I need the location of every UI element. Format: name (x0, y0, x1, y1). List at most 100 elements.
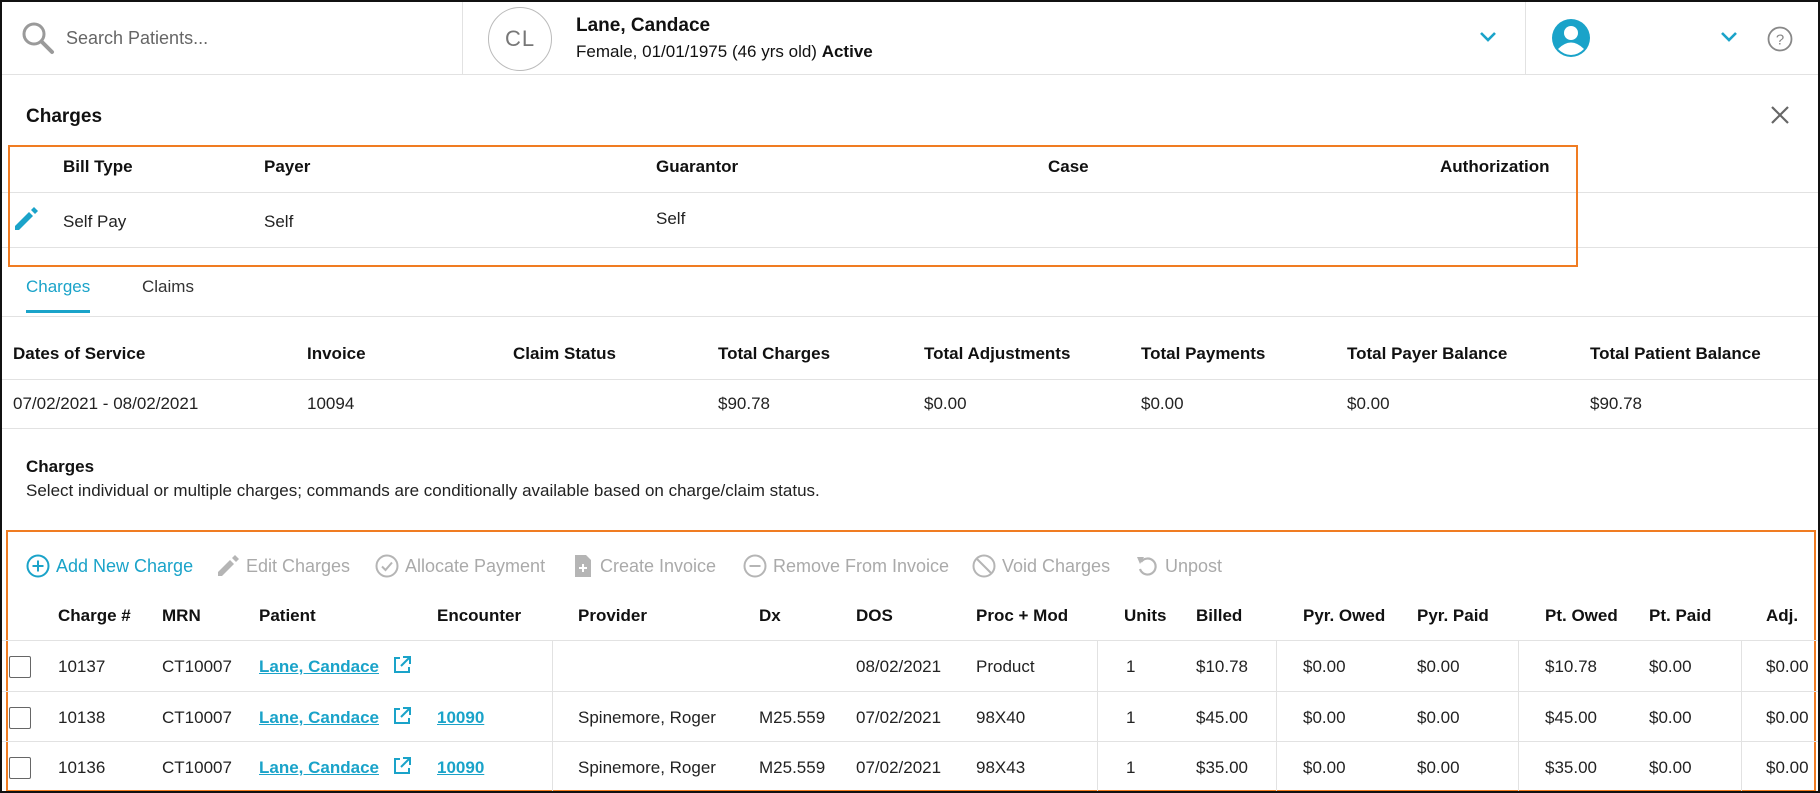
column-header[interactable]: Pyr. Paid (1417, 606, 1489, 626)
summary-value: $0.00 (1347, 394, 1390, 413)
unpost-label: Unpost (1165, 555, 1223, 576)
close-icon[interactable] (1769, 104, 1791, 126)
cell-billed: $10.78 (1196, 657, 1248, 676)
column-header[interactable]: Encounter (437, 606, 521, 626)
cell-pyr-owed: $0.00 (1303, 657, 1346, 676)
cell-pt-owed: $45.00 (1545, 708, 1597, 727)
cell-provider: Spinemore, Roger (578, 758, 716, 777)
cell-pyr-paid: $0.00 (1417, 657, 1460, 676)
cell-pyr-paid: $0.00 (1417, 708, 1460, 727)
charges-section-title: Charges (26, 457, 95, 476)
column-header[interactable]: Adj. (1766, 606, 1798, 626)
cell-mrn: CT10007 (162, 708, 232, 727)
cell-dos: 07/02/2021 (856, 708, 942, 727)
create-invoice-button[interactable]: Create Invoice (572, 554, 716, 578)
patient-link[interactable]: Lane, Candace (259, 708, 379, 728)
void-icon (972, 554, 996, 578)
column-header[interactable]: Units (1124, 606, 1167, 626)
user-avatar-icon[interactable] (1551, 18, 1591, 58)
column-header[interactable]: Pyr. Owed (1303, 606, 1385, 626)
allocate-payment-button[interactable]: Allocate Payment (375, 554, 545, 578)
undo-icon (1137, 557, 1157, 576)
column-header[interactable]: Provider (578, 606, 647, 626)
column-header[interactable]: Proc + Mod (976, 606, 1068, 626)
cell-pt-paid: $0.00 (1649, 708, 1692, 727)
cell-pt-paid: $0.00 (1649, 657, 1692, 676)
external-link-icon[interactable] (392, 756, 412, 776)
add-new-charge-button[interactable]: Add New Charge (26, 554, 193, 578)
summary-header: Total Adjustments (924, 344, 1071, 363)
app-window: Search Patients... CL Lane, Candace Fema… (0, 0, 1820, 793)
cell-charge-number: 10137 (58, 657, 106, 676)
patient-search[interactable]: Search Patients... (2, 2, 463, 75)
search-icon (22, 22, 54, 54)
charges-section-description: Select individual or multiple charges; c… (26, 481, 820, 500)
table-row[interactable]: 10136 CT10007 Lane, Candace 10090 Spinem… (2, 742, 1818, 791)
external-link-icon[interactable] (392, 706, 412, 726)
table-row[interactable]: 10137 CT10007 Lane, Candace 08/02/2021 P… (2, 641, 1818, 691)
column-header[interactable]: Dx (759, 606, 781, 626)
cell-units: 1 (1126, 657, 1136, 676)
cell-mrn: CT10007 (162, 758, 232, 777)
pencil-icon (218, 555, 239, 576)
column-header[interactable]: Pt. Paid (1649, 606, 1711, 626)
panel-title: Charges (26, 106, 103, 127)
table-row[interactable]: 10138 CT10007 Lane, Candace 10090 Spinem… (2, 692, 1818, 742)
encounter-link[interactable]: 10090 (437, 708, 484, 728)
highlight-box-bill-info (8, 145, 1578, 267)
tab-claims[interactable]: Claims (142, 277, 194, 310)
column-header[interactable]: Pt. Owed (1545, 606, 1618, 626)
column-header[interactable]: Billed (1196, 606, 1242, 626)
column-header[interactable]: Charge # (58, 606, 131, 626)
row-checkbox[interactable] (9, 757, 31, 779)
help-icon[interactable]: ? (1767, 26, 1793, 52)
check-circle-icon (375, 554, 399, 578)
row-checkbox[interactable] (9, 656, 31, 678)
cell-charge-number: 10138 (58, 708, 106, 727)
unpost-button[interactable]: Unpost (1135, 554, 1222, 578)
remove-from-invoice-button[interactable]: Remove From Invoice (743, 554, 949, 578)
chevron-down-icon[interactable] (1478, 30, 1498, 44)
summary-header: Total Payer Balance (1347, 344, 1508, 363)
patient-banner: CL Lane, Candace Female, 01/01/1975 (46 … (464, 2, 1526, 75)
document-add-icon (575, 555, 591, 577)
cell-adj: $0.00 (1766, 758, 1809, 777)
void-charges-label: Void Charges (1002, 555, 1111, 576)
summary-header: Total Patient Balance (1590, 344, 1761, 363)
search-input[interactable]: Search Patients... (66, 28, 208, 49)
cell-pt-owed: $35.00 (1545, 758, 1597, 777)
cell-charge-number: 10136 (58, 758, 106, 777)
cell-adj: $0.00 (1766, 657, 1809, 676)
column-header[interactable]: DOS (856, 606, 893, 626)
edit-charges-button[interactable]: Edit Charges (216, 554, 350, 578)
cell-mrn: CT10007 (162, 657, 232, 676)
patient-link[interactable]: Lane, Candace (259, 758, 379, 778)
column-header[interactable]: MRN (162, 606, 201, 626)
summary-value: 07/02/2021 - 08/02/2021 (13, 394, 199, 413)
summary-header: Claim Status (513, 344, 616, 363)
summary-header: Invoice (307, 344, 366, 363)
cell-proc-mod: 98X40 (976, 708, 1026, 727)
external-link-icon[interactable] (392, 655, 412, 675)
patient-status: Active (821, 42, 873, 61)
cell-billed: $45.00 (1196, 708, 1248, 727)
summary-header: Total Payments (1141, 344, 1266, 363)
cell-billed: $35.00 (1196, 758, 1248, 777)
top-bar: Search Patients... CL Lane, Candace Fema… (2, 2, 1818, 75)
encounter-link[interactable]: 10090 (437, 758, 484, 778)
void-charges-button[interactable]: Void Charges (972, 554, 1110, 578)
patient-link[interactable]: Lane, Candace (259, 657, 379, 677)
allocate-payment-label: Allocate Payment (405, 555, 546, 576)
cell-proc-mod: Product (976, 657, 1035, 676)
edit-charges-label: Edit Charges (246, 555, 351, 576)
cell-units: 1 (1126, 758, 1136, 777)
minus-circle-icon (743, 554, 767, 578)
summary-value: $90.78 (718, 394, 770, 413)
user-menu[interactable]: ? (1527, 2, 1818, 75)
tab-charges[interactable]: Charges (26, 277, 91, 313)
chevron-down-icon[interactable] (1719, 30, 1739, 44)
cell-units: 1 (1126, 708, 1136, 727)
column-header[interactable]: Patient (259, 606, 316, 626)
patient-name: Lane, Candace (576, 15, 711, 36)
row-checkbox[interactable] (9, 707, 31, 729)
